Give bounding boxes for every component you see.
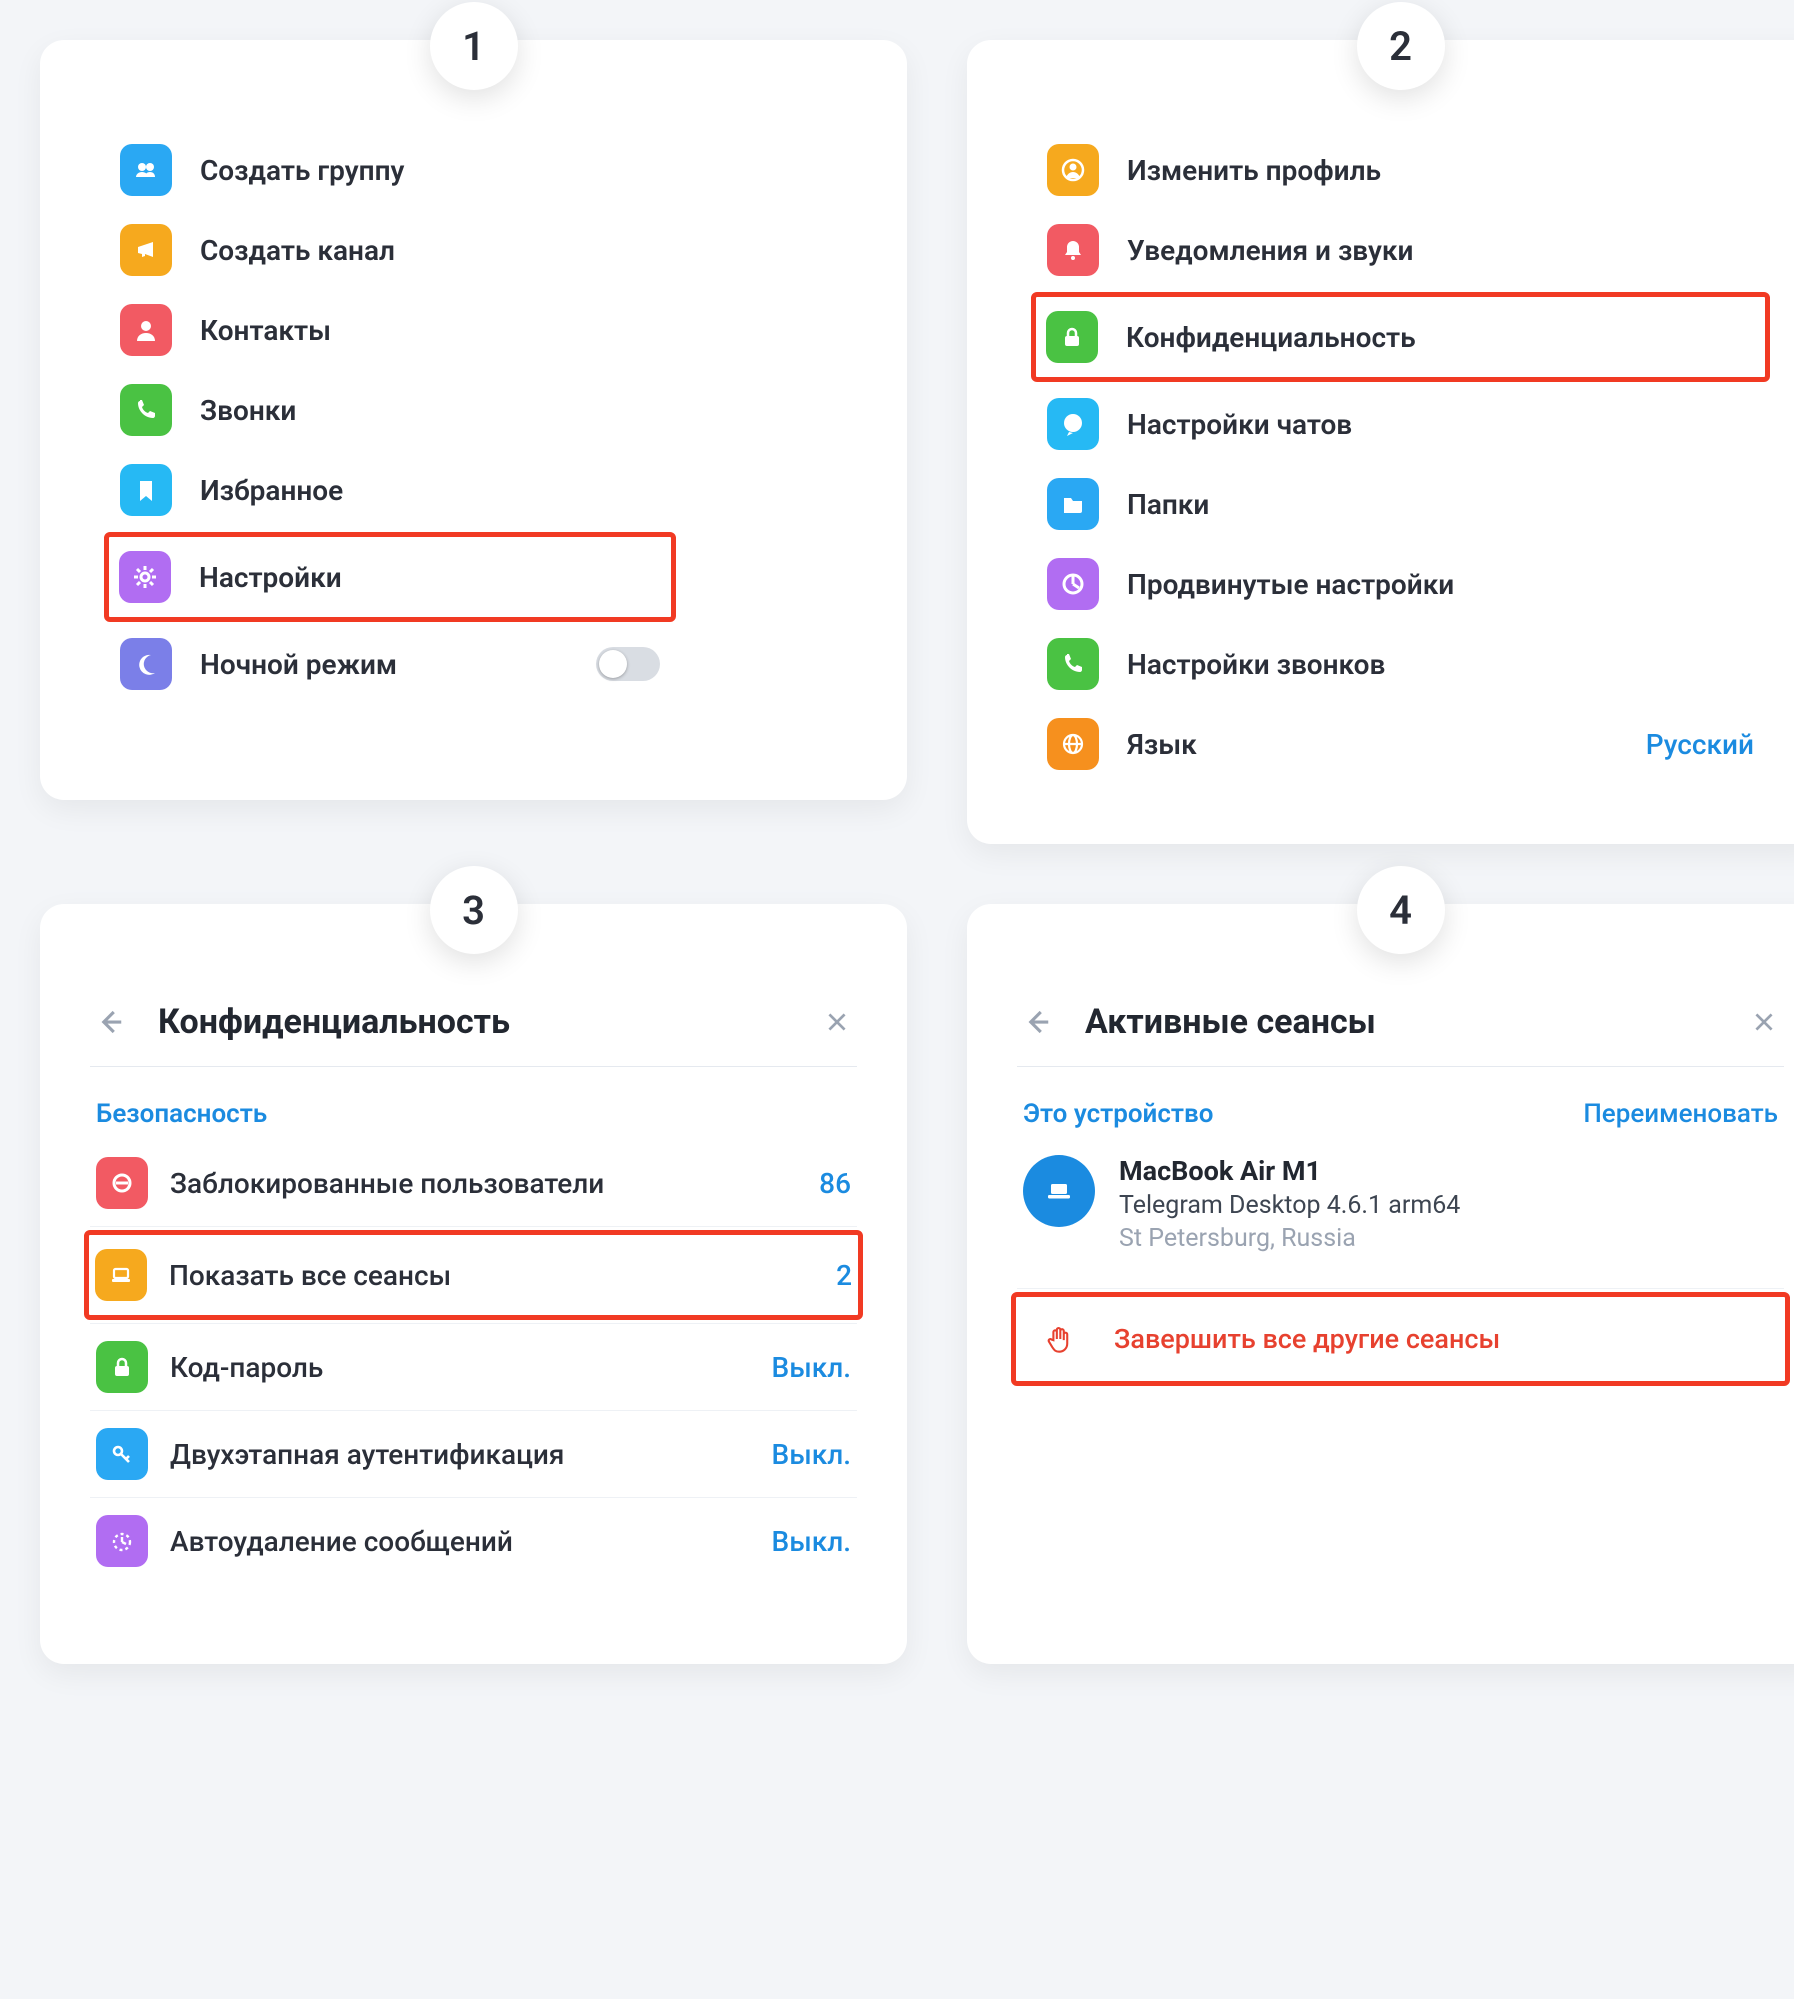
privacy-row-value: 2 <box>836 1259 852 1292</box>
privacy-row-label: Автоудаление сообщений <box>170 1525 750 1558</box>
back-button[interactable] <box>1017 1002 1057 1042</box>
megaphone-icon <box>120 224 172 276</box>
settings-item-label: Конфиденциальность <box>1126 321 1755 354</box>
privacy-row-value: 86 <box>819 1167 851 1200</box>
device-name: MacBook Air M1 <box>1119 1155 1460 1187</box>
menu-item-label: Контакты <box>200 314 660 347</box>
group-icon <box>120 144 172 196</box>
contact-icon <box>120 304 172 356</box>
settings-item-edit-profile[interactable]: Изменить профиль <box>1037 130 1764 210</box>
folder-icon <box>1047 478 1099 530</box>
privacy-row-auto-delete[interactable]: Автоудаление сообщений Выкл. <box>90 1501 857 1581</box>
privacy-row-label: Код-пароль <box>170 1351 750 1384</box>
privacy-row-value: Выкл. <box>772 1525 851 1558</box>
privacy-row-blocked-users[interactable]: Заблокированные пользователи 86 <box>90 1143 857 1223</box>
profile-icon <box>1047 144 1099 196</box>
privacy-panel-card: Конфиденциальность Безопасность Заблокир… <box>40 904 907 1664</box>
step-number-badge: 1 <box>430 2 518 90</box>
settings-item-label: Уведомления и звуки <box>1127 234 1754 267</box>
lock-icon <box>1046 311 1098 363</box>
settings-item-label: Продвинутые настройки <box>1127 568 1754 601</box>
language-value: Русский <box>1646 728 1754 761</box>
lock-icon <box>96 1341 148 1393</box>
device-client: Telegram Desktop 4.6.1 arm64 <box>1119 1191 1460 1220</box>
section-label-this-device: Это устройство <box>1023 1099 1213 1129</box>
menu-item-label: Ночной режим <box>200 648 568 681</box>
menu-item-label: Избранное <box>200 474 660 507</box>
menu-item-label: Создать группу <box>200 154 660 187</box>
step-number-badge: 2 <box>1357 2 1445 90</box>
terminate-all-sessions-button[interactable]: Завершить все другие сеансы <box>1011 1292 1790 1386</box>
settings-item-notifications[interactable]: Уведомления и звуки <box>1037 210 1764 290</box>
section-label-security: Безопасность <box>90 1075 857 1143</box>
globe-icon <box>1047 718 1099 770</box>
privacy-row-value: Выкл. <box>772 1351 851 1384</box>
device-location: St Petersburg, Russia <box>1119 1224 1460 1253</box>
terminate-label: Завершить все другие сеансы <box>1114 1323 1500 1355</box>
phone-icon <box>1047 638 1099 690</box>
menu-item-saved[interactable]: Избранное <box>110 450 670 530</box>
rename-link[interactable]: Переименовать <box>1583 1099 1778 1129</box>
main-menu-card: Создать группу Создать канал Контакты Зв… <box>40 40 907 800</box>
privacy-row-active-sessions[interactable]: Показать все сеансы 2 <box>84 1230 863 1320</box>
menu-item-settings[interactable]: Настройки <box>104 532 676 622</box>
privacy-row-label: Показать все сеансы <box>169 1259 814 1292</box>
settings-item-folders[interactable]: Папки <box>1037 464 1764 544</box>
night-mode-toggle[interactable] <box>596 647 660 681</box>
privacy-row-label: Двухэтапная аутентификация <box>170 1438 750 1471</box>
sessions-panel-card: Активные сеансы Это устройство Переимено… <box>967 904 1794 1664</box>
settings-item-chat-settings[interactable]: Настройки чатов <box>1037 384 1764 464</box>
phone-icon <box>120 384 172 436</box>
settings-item-label: Настройки звонков <box>1127 648 1754 681</box>
settings-item-privacy[interactable]: Конфиденциальность <box>1031 292 1770 382</box>
step-number-badge: 4 <box>1357 866 1445 954</box>
close-button[interactable] <box>817 1002 857 1042</box>
settings-item-call-settings[interactable]: Настройки звонков <box>1037 624 1764 704</box>
panel-title: Конфиденциальность <box>158 1002 789 1042</box>
laptop-icon <box>95 1249 147 1301</box>
timer-icon <box>96 1515 148 1567</box>
settings-item-label: Изменить профиль <box>1127 154 1754 187</box>
settings-item-label: Настройки чатов <box>1127 408 1754 441</box>
hand-stop-icon <box>1032 1313 1084 1365</box>
privacy-row-two-step[interactable]: Двухэтапная аутентификация Выкл. <box>90 1414 857 1494</box>
menu-item-label: Настройки <box>199 561 661 594</box>
settings-item-label: Язык <box>1127 728 1618 761</box>
settings-item-language[interactable]: Язык Русский <box>1037 704 1764 784</box>
panel-title: Активные сеансы <box>1085 1002 1716 1042</box>
privacy-row-label: Заблокированные пользователи <box>170 1167 797 1200</box>
device-laptop-icon <box>1023 1155 1095 1227</box>
gear-icon <box>119 551 171 603</box>
menu-item-create-group[interactable]: Создать группу <box>110 130 670 210</box>
step-number-badge: 3 <box>430 866 518 954</box>
key-icon <box>96 1428 148 1480</box>
settings-item-label: Папки <box>1127 488 1754 521</box>
bell-icon <box>1047 224 1099 276</box>
advanced-icon <box>1047 558 1099 610</box>
menu-item-night-mode[interactable]: Ночной режим <box>110 624 670 704</box>
moon-icon <box>120 638 172 690</box>
chat-icon <box>1047 398 1099 450</box>
menu-item-label: Создать канал <box>200 234 660 267</box>
menu-item-contacts[interactable]: Контакты <box>110 290 670 370</box>
menu-item-create-channel[interactable]: Создать канал <box>110 210 670 290</box>
settings-list-card: Изменить профиль Уведомления и звуки Кон… <box>967 40 1794 844</box>
block-icon <box>96 1157 148 1209</box>
menu-item-calls[interactable]: Звонки <box>110 370 670 450</box>
current-device-row[interactable]: MacBook Air M1 Telegram Desktop 4.6.1 ar… <box>1017 1135 1784 1285</box>
menu-item-label: Звонки <box>200 394 660 427</box>
settings-item-advanced[interactable]: Продвинутые настройки <box>1037 544 1764 624</box>
back-button[interactable] <box>90 1002 130 1042</box>
bookmark-icon <box>120 464 172 516</box>
close-button[interactable] <box>1744 1002 1784 1042</box>
privacy-row-value: Выкл. <box>772 1438 851 1471</box>
privacy-row-passcode[interactable]: Код-пароль Выкл. <box>90 1327 857 1407</box>
